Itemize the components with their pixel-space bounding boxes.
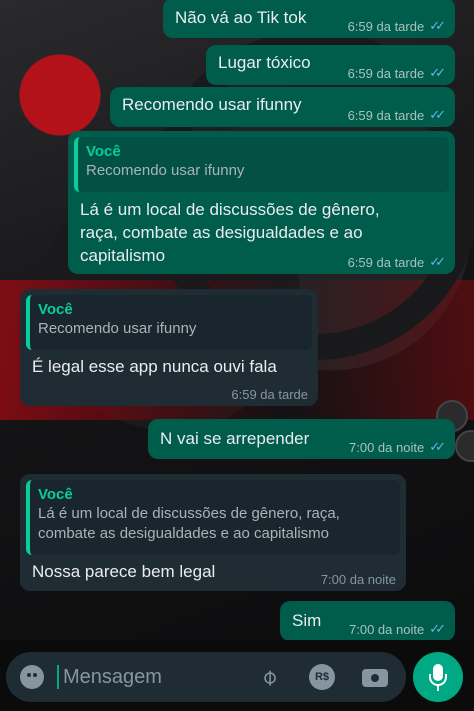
message-text: É legal esse app nunca ouvi fala bbox=[32, 357, 277, 376]
compose-bar: Mensagem ⌀ R$ bbox=[0, 640, 474, 711]
outgoing-reply-message[interactable]: Você Recomendo usar ifunny Lá é um local… bbox=[68, 131, 455, 274]
message-text: Nossa parece bem legal bbox=[32, 562, 216, 581]
message-time: 6:59 da tarde bbox=[347, 107, 425, 123]
microphone-button[interactable] bbox=[413, 652, 463, 702]
outgoing-message[interactable]: Não vá ao Tik tok 6:59 da tarde ✓✓ bbox=[163, 0, 455, 38]
outgoing-message[interactable]: Sim 7:00 da noite ✓✓ bbox=[280, 601, 455, 641]
double-check-icon: ✓✓ bbox=[429, 107, 446, 122]
message-text: N vai se arrepender bbox=[160, 429, 310, 448]
message-text: Sim bbox=[292, 611, 322, 630]
quote-author: Você bbox=[38, 486, 73, 503]
message-text-line: raça, combate as desigualdades e ao bbox=[80, 223, 363, 242]
message-text-line: capitalismo bbox=[80, 246, 166, 265]
emoji-icon[interactable] bbox=[20, 665, 44, 689]
message-text-line: Lá é um local de discussões de gênero, bbox=[80, 200, 380, 219]
double-check-icon: ✓✓ bbox=[429, 254, 446, 269]
payment-icon[interactable]: R$ bbox=[309, 664, 335, 690]
incoming-reply-message[interactable]: Você Recomendo usar ifunny É legal esse … bbox=[20, 289, 318, 406]
message-text: Lugar tóxico bbox=[218, 53, 311, 72]
quote-author: Você bbox=[38, 301, 73, 318]
message-text: Recomendo usar ifunny bbox=[122, 95, 302, 114]
text-cursor bbox=[57, 665, 59, 689]
double-check-icon: ✓✓ bbox=[429, 18, 446, 33]
quoted-message[interactable]: Você Recomendo usar ifunny bbox=[74, 137, 449, 192]
quoted-message[interactable]: Você Lá é um local de discussões de gêne… bbox=[26, 480, 400, 555]
message-time: 6:59 da tarde bbox=[347, 254, 425, 270]
outgoing-message[interactable]: Recomendo usar ifunny 6:59 da tarde ✓✓ bbox=[110, 87, 455, 127]
message-time: 6:59 da tarde bbox=[347, 65, 425, 81]
double-check-icon: ✓✓ bbox=[429, 621, 446, 636]
double-check-icon: ✓✓ bbox=[429, 65, 446, 80]
message-list[interactable]: Não vá ao Tik tok 6:59 da tarde ✓✓ Lugar … bbox=[0, 0, 474, 641]
quote-text-line: combate as desigualdades e ao capitalism… bbox=[38, 525, 330, 542]
message-time: 7:00 da noite bbox=[349, 621, 425, 637]
outgoing-message[interactable]: N vai se arrepender 7:00 da noite ✓✓ bbox=[148, 419, 455, 459]
message-input-placeholder: Mensagem bbox=[63, 666, 162, 688]
message-time: 7:00 da noite bbox=[349, 439, 425, 455]
quote-text: Recomendo usar ifunny bbox=[86, 162, 245, 179]
message-time: 6:59 da tarde bbox=[347, 18, 425, 34]
incoming-reply-message[interactable]: Você Lá é um local de discussões de gêne… bbox=[20, 474, 406, 591]
double-check-icon: ✓✓ bbox=[429, 439, 446, 454]
paperclip-icon[interactable]: ⌀ bbox=[251, 659, 286, 694]
message-text: Não vá ao Tik tok bbox=[175, 8, 307, 27]
message-time: 6:59 da tarde bbox=[231, 387, 308, 402]
camera-icon[interactable] bbox=[362, 665, 388, 689]
outgoing-message[interactable]: Lugar tóxico 6:59 da tarde ✓✓ bbox=[206, 45, 455, 85]
quoted-message[interactable]: Você Recomendo usar ifunny bbox=[26, 295, 312, 350]
message-time: 7:00 da noite bbox=[320, 572, 396, 587]
message-input[interactable]: Mensagem ⌀ R$ bbox=[6, 652, 406, 702]
quote-text: Recomendo usar ifunny bbox=[38, 320, 197, 337]
quote-author: Você bbox=[86, 143, 121, 160]
quote-text-line: Lá é um local de discussões de gênero, r… bbox=[38, 505, 340, 522]
